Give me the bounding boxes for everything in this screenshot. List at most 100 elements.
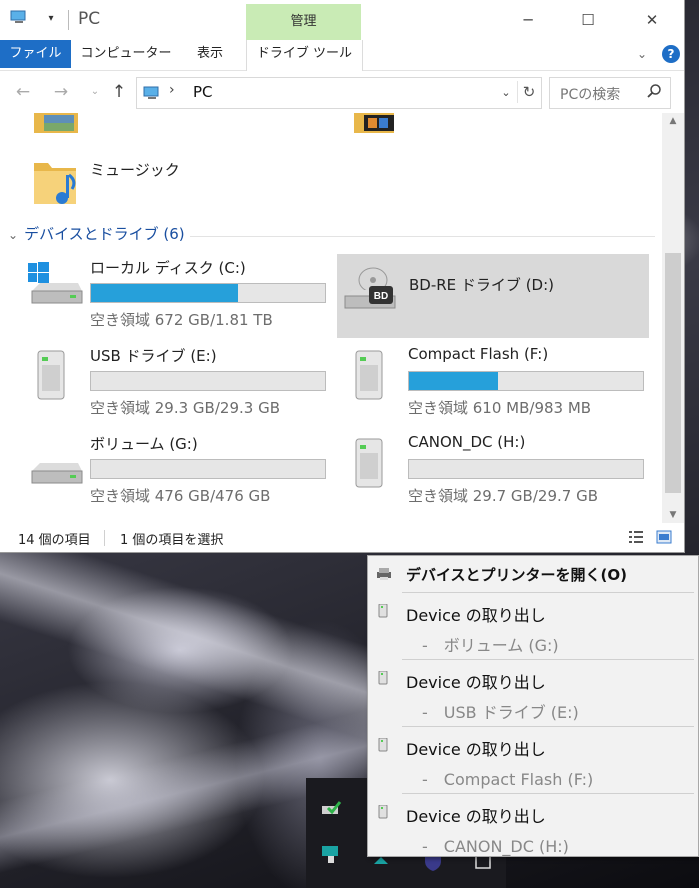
address-row: ← → ⌄ ↑ › PC ⌄ ↻ PCの検索 <box>0 71 684 113</box>
maximize-button[interactable]: ☐ <box>556 0 620 40</box>
search-placeholder: PCの検索 <box>560 87 621 103</box>
drive-name: USB ドライブ (E:) <box>90 347 217 365</box>
eject-item-g[interactable]: Device の取り出し - ボリューム (G:) <box>368 592 698 658</box>
selection-count: 1 個の項目を選択 <box>120 533 224 548</box>
music-folder-label[interactable]: ミュージック <box>90 159 180 180</box>
back-arrow-icon[interactable]: ← <box>12 81 34 103</box>
status-bar: 14 個の項目 1 個の項目を選択 <box>0 523 684 552</box>
drive-free-space: 空き領域 29.3 GB/29.3 GB <box>90 399 280 417</box>
menu-separator <box>402 793 694 794</box>
window-title: PC <box>78 9 101 29</box>
ribbon-expand-icon[interactable]: ⌄ <box>634 46 650 62</box>
drive-name: ボリューム (G:) <box>90 435 198 453</box>
refresh-icon[interactable]: ↻ <box>517 81 540 103</box>
title-bar: ▾ PC 管理 ─ ☐ ✕ <box>0 0 684 40</box>
drive-name: Compact Flash (F:) <box>408 345 549 363</box>
quick-access-divider <box>68 10 69 30</box>
drive-c[interactable]: ローカル ディスク (C:) 空き領域 672 GB/1.81 TB <box>28 253 340 337</box>
search-icon[interactable] <box>646 83 662 99</box>
eject-device-label: - CANON_DC (H:) <box>422 837 569 856</box>
drive-free-space: 空き領域 476 GB/476 GB <box>90 487 271 505</box>
up-arrow-icon[interactable]: ↑ <box>108 81 130 103</box>
quick-access-dropdown-icon[interactable]: ▾ <box>44 10 58 28</box>
usb-device-icon <box>378 805 388 819</box>
usb-device-icon <box>378 604 388 618</box>
usage-fill <box>409 372 498 390</box>
eject-context-menu: デバイスとプリンターを開く(O) Device の取り出し - ボリューム (G… <box>367 555 699 857</box>
forward-arrow-icon[interactable]: → <box>50 81 72 103</box>
chevron-down-icon[interactable]: ⌄ <box>8 228 18 242</box>
explorer-window: ▾ PC 管理 ─ ☐ ✕ ファイル コンピューター 表示 ドライブ ツール ⌄… <box>0 0 685 553</box>
manage-context-tab[interactable]: 管理 <box>246 4 361 40</box>
breadcrumb-separator-icon[interactable]: › <box>169 82 175 98</box>
svg-text:BD: BD <box>374 291 388 302</box>
drive-free-space: 空き領域 610 MB/983 MB <box>408 399 592 417</box>
large-icons-view-icon[interactable] <box>656 529 672 545</box>
usb-eject-tray-icon[interactable] <box>320 842 342 864</box>
menu-separator <box>402 592 694 593</box>
eject-item-h[interactable]: Device の取り出し - CANON_DC (H:) <box>368 793 698 859</box>
eject-device-label: - USB ドライブ (E:) <box>422 703 579 722</box>
menu-separator <box>402 659 694 660</box>
eject-device-label: - ボリューム (G:) <box>422 636 559 655</box>
pc-icon[interactable] <box>10 10 28 24</box>
tab-view[interactable]: 表示 <box>186 40 234 68</box>
scrollbar-thumb[interactable] <box>665 253 681 493</box>
eject-action-label: Device の取り出し <box>406 807 546 826</box>
details-view-icon[interactable] <box>628 529 644 545</box>
drive-usage-bar <box>90 371 326 391</box>
scroll-down-icon[interactable]: ▼ <box>662 507 684 523</box>
drive-h[interactable]: CANON_DC (H:) 空き領域 29.7 GB/29.7 GB <box>346 429 658 513</box>
windows-drive-icon <box>28 262 83 304</box>
bd-drive-icon: BD <box>344 267 396 309</box>
address-dropdown-icon[interactable]: ⌄ <box>499 84 513 102</box>
search-input[interactable]: PCの検索 <box>549 77 671 109</box>
open-devices-and-printers-item[interactable]: デバイスとプリンターを開く(O) <box>368 556 698 592</box>
pc-icon <box>143 86 159 99</box>
open-devices-and-printers-label: デバイスとプリンターを開く(O) <box>406 566 628 584</box>
vertical-scrollbar[interactable]: ▲ ▼ <box>662 113 684 523</box>
breadcrumb-pc[interactable]: PC <box>193 83 213 101</box>
tab-computer[interactable]: コンピューター <box>80 40 172 68</box>
usb-device-icon <box>378 671 388 685</box>
drive-usage-bar <box>408 371 644 391</box>
usb-device-icon <box>378 738 388 752</box>
pictures-folder-icon[interactable] <box>30 113 80 135</box>
videos-folder-icon[interactable] <box>350 113 400 135</box>
drive-e[interactable]: USB ドライブ (E:) 空き領域 29.3 GB/29.3 GB <box>28 341 340 425</box>
drive-g[interactable]: ボリューム (G:) 空き領域 476 GB/476 GB <box>28 429 340 513</box>
eject-action-label: Device の取り出し <box>406 606 546 625</box>
recent-locations-icon[interactable]: ⌄ <box>84 81 106 103</box>
help-icon[interactable]: ? <box>662 45 680 63</box>
file-view: ミュージック ⌄ デバイスとドライブ (6) ローカル ディスク (C:) 空き領… <box>0 113 684 523</box>
tab-file[interactable]: ファイル <box>0 40 71 68</box>
usb-drive-icon <box>355 350 383 400</box>
safely-remove-hardware-icon[interactable] <box>320 796 342 818</box>
close-button[interactable]: ✕ <box>620 0 684 40</box>
eject-item-e[interactable]: Device の取り出し - USB ドライブ (E:) <box>368 659 698 725</box>
drive-usage-bar <box>90 459 326 479</box>
usb-drive-icon <box>355 438 383 488</box>
devices-group-label: デバイスとドライブ (6) <box>24 225 185 243</box>
drive-f[interactable]: Compact Flash (F:) 空き領域 610 MB/983 MB <box>346 341 658 425</box>
music-folder-icon[interactable] <box>30 155 80 211</box>
eject-device-label: - Compact Flash (F:) <box>422 770 594 789</box>
drive-usage-bar <box>90 283 326 303</box>
usage-fill <box>91 284 239 302</box>
drive-free-space: 空き領域 672 GB/1.81 TB <box>90 311 273 329</box>
scroll-up-icon[interactable]: ▲ <box>662 113 684 129</box>
minimize-button[interactable]: ─ <box>496 0 560 40</box>
eject-action-label: Device の取り出し <box>406 740 546 759</box>
eject-action-label: Device の取り出し <box>406 673 546 692</box>
drive-name: CANON_DC (H:) <box>408 433 526 451</box>
group-divider <box>190 236 655 237</box>
address-bar[interactable]: › PC ⌄ ↻ <box>136 77 542 109</box>
drive-d[interactable]: BD BD-RE ドライブ (D:) <box>337 254 649 338</box>
status-divider <box>104 530 105 546</box>
ribbon-tabs: ファイル コンピューター 表示 ドライブ ツール ⌄ ? <box>0 40 684 124</box>
hard-drive-icon <box>31 463 83 484</box>
item-count: 14 個の項目 <box>18 533 91 548</box>
devices-group-header[interactable]: ⌄ デバイスとドライブ (6) <box>8 223 185 244</box>
eject-item-f[interactable]: Device の取り出し - Compact Flash (F:) <box>368 726 698 792</box>
drive-free-space: 空き領域 29.7 GB/29.7 GB <box>408 487 598 505</box>
